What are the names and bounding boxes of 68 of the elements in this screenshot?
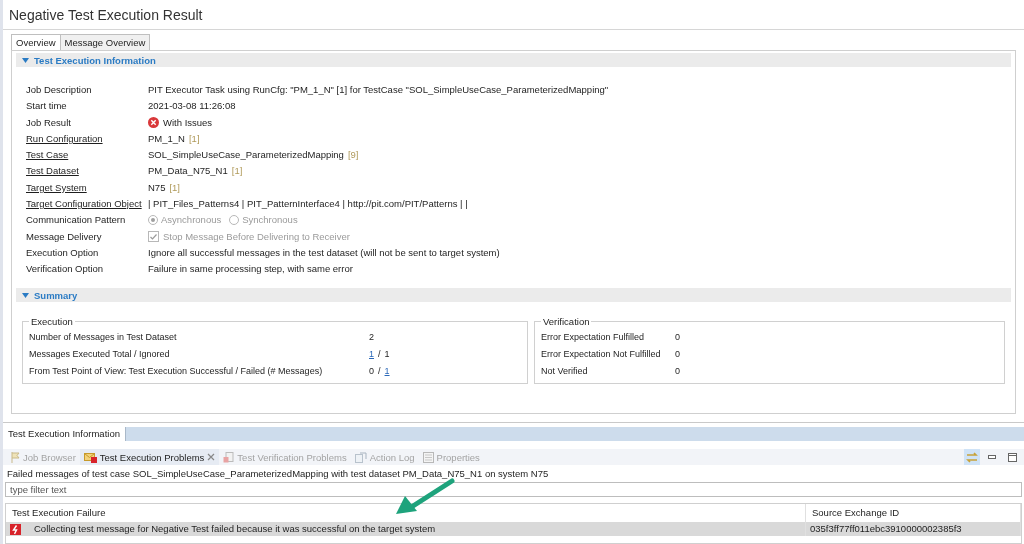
summary-value: 0 (675, 349, 680, 360)
collapse-triangle-icon[interactable] (22, 57, 29, 63)
field-link[interactable]: Run Configuration (26, 131, 148, 146)
field-label: Message Delivery (26, 229, 103, 244)
group-title: Execution (30, 316, 74, 328)
summary-label: Number of Messages in Test Dataset (29, 332, 178, 343)
section-title: Test Execution Information (34, 54, 156, 66)
summary-label: Error Expectation Fulfilled (541, 332, 646, 343)
field-value: PM_Data_N75_N1 (148, 164, 228, 179)
field-label: Job Result (26, 115, 72, 130)
summary-value: 2 (369, 332, 374, 343)
field-value: Failure in same processing step, with same error (148, 262, 353, 277)
count-label: [1] (231, 164, 243, 179)
field-link[interactable]: Target System (26, 180, 148, 195)
field-value: SOL_SimpleUseCase_ParameterizedMapping (148, 148, 344, 163)
editor-title: Negative Test Execution Result (3, 0, 1024, 30)
count-label: [9] (347, 148, 359, 163)
summary-link[interactable]: 1 (384, 366, 390, 377)
table-cell[interactable]: Collecting test message for Negative Test failed because it was successful on the target system (6, 522, 806, 536)
summary-label: Messages Executed Total / Ignored (29, 349, 171, 360)
summary-value: 1 (384, 349, 390, 360)
editor-tab[interactable]: Message Overview (59, 34, 151, 50)
field-value: N75 (148, 180, 166, 195)
field-label: Execution Option (26, 245, 100, 260)
field-value: PM_1_N (148, 131, 185, 146)
field-value: Ignore all successful messages in the test dataset (will not be sent to target system) (148, 245, 500, 260)
envelope-warning-icon (83, 451, 97, 463)
field-value: | PIT_Files_Patterns4 | PIT_PatternInterface4 | http://pit.com/PIT/Patterns | | (148, 197, 468, 212)
summary-label: From Test Point of View: Test Execution Successful / Failed (# Messages) (29, 366, 324, 377)
field-value: With Issues (163, 115, 213, 130)
field-label: Communication Pattern (26, 213, 127, 228)
radio-label: Synchronous (242, 213, 298, 228)
separator-text: / (378, 366, 381, 377)
flag-icon (11, 451, 20, 463)
summary-value: 0 (369, 366, 374, 377)
summary-label: Not Verified (541, 366, 589, 377)
error-icon (148, 117, 159, 129)
summary-label: Error Expectation Not Fulfilled (541, 349, 662, 360)
count-label: [1] (169, 180, 180, 195)
filter-field[interactable]: type filter text (5, 482, 1022, 497)
close-icon[interactable] (207, 453, 216, 461)
field-value: 2021-03-08 11:26:08 (148, 99, 236, 114)
checkbox-label: Stop Message Before Delivering to Receiver (163, 229, 350, 244)
field-value: PIT Executor Task using RunCfg: "PM_1_N" [1] for TestCase "SOL_SimpleUseCase_ParameterizedMapping" (148, 83, 609, 97)
count-label: [1] (188, 131, 200, 146)
editor-tab[interactable]: Overview (11, 34, 61, 50)
section-title: Summary (34, 289, 78, 301)
section-header[interactable]: Test Execution Information (16, 53, 1011, 67)
field-link[interactable]: Test Dataset (26, 164, 148, 179)
summary-value: 0 (675, 366, 680, 377)
group-title: Verification (542, 316, 591, 328)
summary-link[interactable]: 1 (369, 349, 374, 360)
collapse-triangle-icon[interactable] (22, 292, 29, 298)
summary-value: 0 (675, 332, 680, 343)
view-tab[interactable]: Test Execution Problems (79, 449, 220, 465)
table-cell[interactable]: 035f3ff77ff011ebc3910000002385f3 (806, 522, 1021, 536)
section-header[interactable]: Summary (16, 288, 1011, 303)
field-label: Verification Option (26, 262, 105, 277)
editor-page-tab[interactable]: Test Execution Information (3, 427, 126, 441)
view-description: Failed messages of test case SOL_SimpleUseCase_ParameterizedMapping with test dataset PM_Data_N75_N1 on system N75 (6, 467, 550, 480)
field-label: Start time (26, 99, 68, 114)
field-link[interactable]: Target Configuration Object (26, 197, 148, 212)
field-label: Job Description (26, 83, 93, 97)
separator-text: / (378, 349, 381, 360)
radio-label: Asynchronous (161, 213, 222, 228)
field-link[interactable]: Test Case (26, 148, 148, 163)
annotation-arrow (395, 478, 455, 516)
error-icon (10, 523, 21, 535)
